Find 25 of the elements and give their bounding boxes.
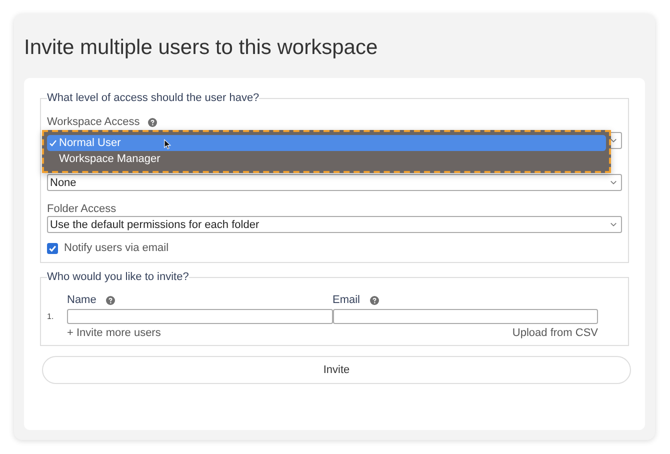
field-label: Folder Access	[47, 203, 116, 215]
help-icon[interactable]	[106, 296, 116, 304]
section-legend: Who would you like to invite?	[47, 271, 189, 283]
text-input[interactable]	[332, 309, 598, 324]
field-label: Workspace Access	[47, 116, 140, 128]
chevron-icon	[610, 180, 617, 185]
select-field[interactable]: Use the default permissions for each folder	[47, 216, 622, 233]
section-legend: What level of access should the user have?	[47, 92, 260, 104]
help-icon[interactable]	[370, 296, 380, 304]
check-icon	[49, 139, 57, 147]
invite-button[interactable]: Invite	[42, 356, 631, 384]
cursor-icon	[164, 139, 171, 150]
chevron-icon	[610, 222, 617, 227]
text-input[interactable]	[67, 309, 332, 324]
row-number: 1.	[47, 312, 55, 321]
upload-csv-link[interactable]: Upload from CSV	[512, 327, 598, 339]
page-title: Invite multiple users to this workspace	[24, 35, 379, 61]
help-icon[interactable]	[148, 118, 157, 126]
column-label: Email	[332, 294, 360, 306]
column-label: Name	[67, 294, 96, 306]
select-field[interactable]: None	[47, 174, 622, 191]
checkbox-label: Notify users via email	[64, 242, 169, 254]
dropdown-option[interactable]: Workspace Manager	[47, 151, 606, 167]
checkbox[interactable]	[47, 242, 58, 254]
invite-more-link[interactable]: + Invite more users	[67, 327, 161, 339]
